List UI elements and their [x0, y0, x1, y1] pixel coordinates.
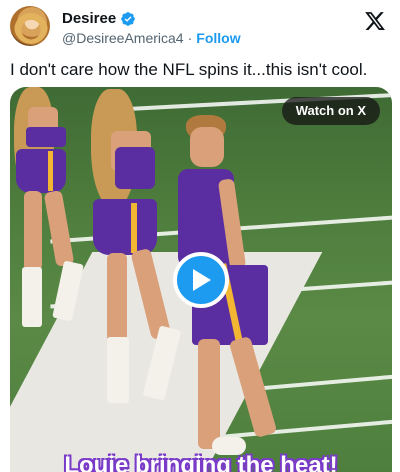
x-logo-icon[interactable]	[364, 10, 386, 32]
play-button[interactable]	[173, 252, 229, 308]
separator-dot: ·	[187, 30, 193, 46]
author-display-name[interactable]: Desiree	[62, 10, 116, 27]
verified-badge-icon	[121, 11, 136, 26]
play-icon	[193, 269, 211, 291]
tweet-header: Desiree @DesireeAmerica4 · Follow	[10, 4, 392, 52]
tweet-text: I don't care how the NFL spins it...this…	[10, 60, 368, 79]
watch-on-x-button[interactable]: Watch on X	[281, 97, 380, 125]
author-handle[interactable]: @DesireeAmerica4	[62, 30, 184, 46]
author-handle-row: @DesireeAmerica4 · Follow	[62, 30, 241, 46]
video-caption: Louie bringing the heat!	[64, 452, 338, 472]
video-player[interactable]: Watch on X Louie bringing the heat!	[10, 87, 392, 472]
follow-button[interactable]: Follow	[196, 30, 240, 46]
author-name-row: Desiree	[62, 10, 136, 27]
avatar[interactable]	[10, 6, 50, 46]
